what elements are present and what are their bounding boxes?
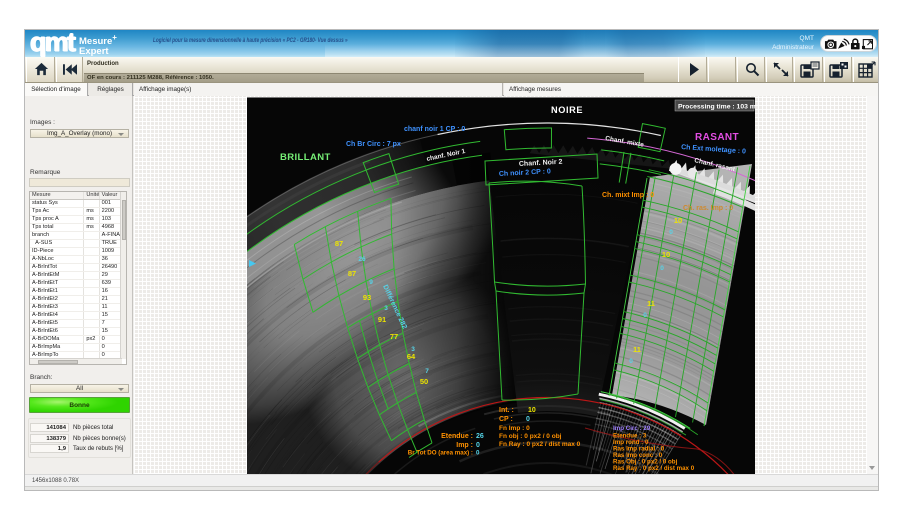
svg-text:Fn Imp : 0: Fn Imp : 0 [499, 425, 530, 432]
svg-text:87: 87 [348, 269, 356, 278]
svg-text:11: 11 [633, 345, 641, 354]
svg-text:91: 91 [378, 315, 386, 324]
svg-text:10: 10 [528, 407, 536, 414]
svg-text:0: 0 [476, 442, 480, 449]
svg-text:Br Tot DO (area max) :: Br Tot DO (area max) : [408, 450, 473, 457]
svg-text:93: 93 [363, 293, 371, 302]
svg-text:Ch Br Circ : 7 px: Ch Br Circ : 7 px [346, 141, 401, 148]
svg-text:10: 10 [674, 216, 682, 225]
svg-text:10: 10 [662, 250, 670, 259]
svg-text:0: 0 [629, 358, 633, 365]
svg-text:11: 11 [647, 299, 655, 308]
svg-text:3: 3 [411, 346, 415, 353]
svg-text:Imp Circ : 29: Imp Circ : 29 [613, 425, 651, 432]
svg-text:3: 3 [384, 305, 388, 312]
svg-text:Ch. ras. Imp : 0: Ch. ras. Imp : 0 [683, 205, 733, 212]
svg-text:7: 7 [425, 368, 429, 375]
svg-text:64: 64 [407, 352, 416, 361]
svg-text:0: 0 [643, 312, 647, 319]
svg-text:BRILLANT: BRILLANT [280, 152, 331, 163]
svg-text:0: 0 [669, 229, 673, 236]
svg-text:RASANT: RASANT [695, 132, 739, 143]
svg-text:Int. :: Int. : [499, 407, 514, 414]
svg-text:chanf noir 1 CP : 0: chanf noir 1 CP : 0 [404, 126, 465, 133]
svg-text:Imp :: Imp : [456, 442, 473, 449]
svg-text:26: 26 [476, 433, 484, 440]
svg-text:26: 26 [358, 256, 366, 263]
svg-text:50: 50 [420, 377, 428, 386]
svg-text:CP :: CP : [499, 416, 513, 423]
svg-text:0: 0 [476, 450, 480, 457]
svg-text:0: 0 [660, 265, 664, 272]
svg-text:Processing time : 103 ms: Processing time : 103 ms [678, 104, 755, 111]
svg-text:Ras Ray : 0 px2 / dist max 0: Ras Ray : 0 px2 / dist max 0 [613, 465, 695, 472]
svg-text:Fn obj : 0 px2 / 0 obj: Fn obj : 0 px2 / 0 obj [499, 433, 562, 440]
svg-text:9: 9 [369, 279, 373, 286]
svg-text:87: 87 [335, 239, 343, 248]
svg-text:77: 77 [390, 332, 398, 341]
svg-text:Etendue :: Etendue : [441, 433, 473, 440]
svg-text:Fn Ray : 0 px2 / dist max 0: Fn Ray : 0 px2 / dist max 0 [499, 441, 581, 448]
svg-text:NOIRE: NOIRE [551, 105, 583, 115]
svg-text:Ch. mixt Imp : 0: Ch. mixt Imp : 0 [602, 192, 654, 199]
svg-text:0: 0 [526, 416, 530, 423]
